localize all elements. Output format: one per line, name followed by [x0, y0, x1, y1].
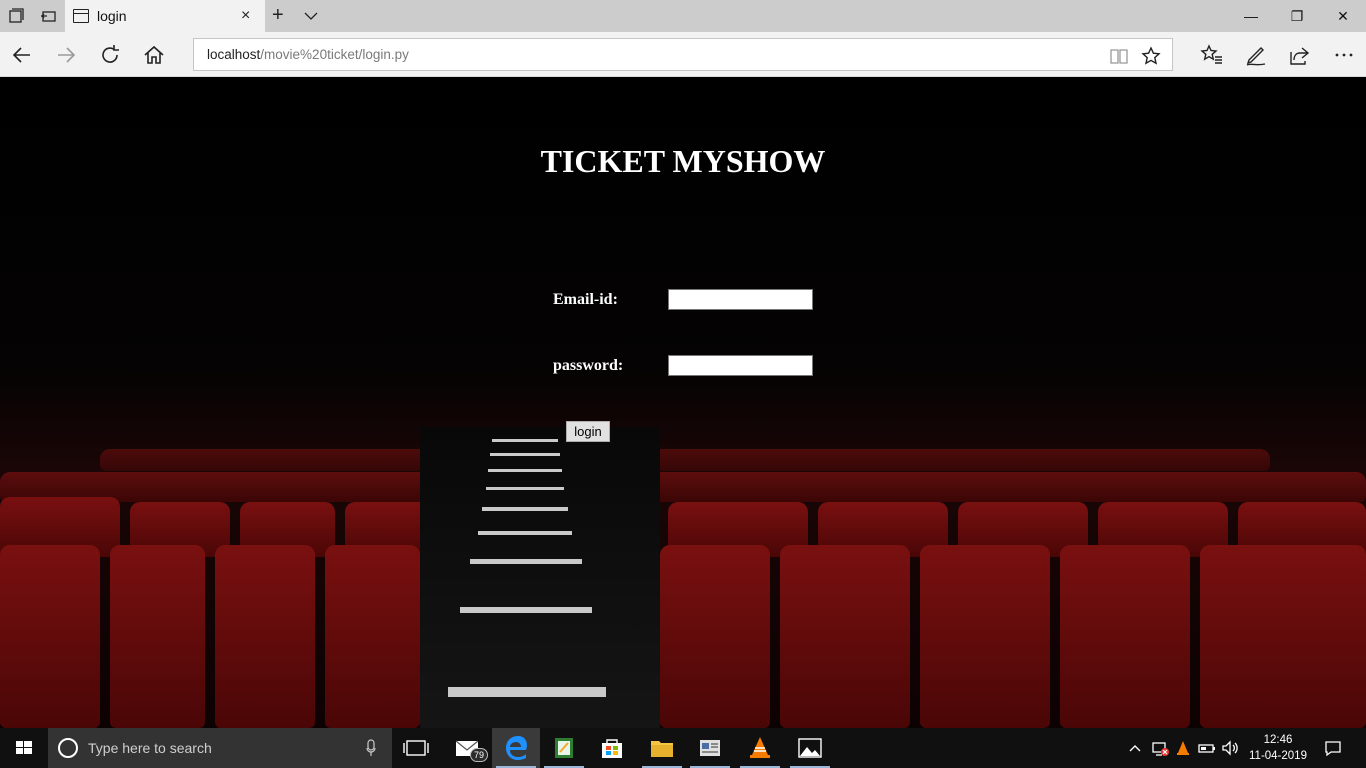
action-center-icon[interactable] [1323, 738, 1343, 758]
mail-app[interactable]: 79 [444, 728, 492, 768]
page-title: TICKET MYSHOW [540, 143, 826, 179]
restore-button[interactable]: ❐ [1287, 6, 1307, 26]
set-tabs-aside-icon[interactable] [8, 8, 24, 24]
favorites-hub-icon[interactable] [1200, 43, 1224, 67]
clock[interactable]: 12:46 11-04-2019 [1245, 732, 1311, 764]
address-bar[interactable]: localhost/movie%20ticket/login.py [193, 38, 1173, 71]
email-label: Email-id: [553, 291, 618, 308]
photos-icon [798, 738, 822, 758]
mail-icon [455, 740, 479, 756]
file-explorer-icon [651, 741, 673, 757]
file-explorer-app[interactable] [638, 728, 686, 768]
refresh-icon[interactable] [98, 43, 122, 67]
vlc-tray-icon[interactable] [1173, 738, 1193, 758]
close-window-button[interactable]: ✕ [1333, 6, 1353, 26]
task-view-icon[interactable] [392, 728, 440, 768]
taskbar: Type here to search 79 12:46 11-04-2019 [0, 728, 1366, 768]
taskbar-search[interactable]: Type here to search [48, 728, 392, 768]
login-button[interactable]: login [566, 421, 610, 442]
app-icon [555, 738, 573, 758]
address-url: localhost/movie%20ticket/login.py [207, 47, 409, 62]
password-field[interactable] [668, 355, 813, 376]
tab-preview-icon[interactable] [40, 8, 56, 24]
more-icon[interactable] [1332, 43, 1356, 67]
edge-app[interactable] [492, 728, 540, 768]
editor-app[interactable] [540, 728, 588, 768]
microphone-icon[interactable] [366, 739, 376, 757]
windows-start-icon[interactable] [0, 728, 48, 768]
tab-login[interactable]: login × [65, 0, 265, 32]
email-field[interactable] [668, 289, 813, 310]
clock-time: 12:46 [1263, 734, 1293, 746]
home-icon[interactable] [142, 43, 166, 67]
show-hidden-icons-chevron-icon[interactable] [1125, 738, 1145, 758]
favorite-star-icon[interactable] [1141, 46, 1161, 66]
web-note-icon[interactable] [1244, 43, 1268, 67]
tab-list-chevron-icon[interactable] [304, 9, 318, 23]
document-app[interactable] [686, 728, 734, 768]
forward-icon[interactable] [54, 43, 78, 67]
search-placeholder: Type here to search [88, 740, 212, 756]
password-label: password: [553, 357, 624, 374]
edge-icon [506, 736, 527, 760]
share-icon[interactable] [1288, 43, 1312, 67]
reading-view-icon[interactable] [1109, 46, 1129, 66]
network-disconnected-icon[interactable] [1150, 738, 1170, 758]
cortana-icon [58, 738, 78, 758]
photos-app[interactable] [786, 728, 834, 768]
battery-icon[interactable] [1197, 738, 1217, 758]
vlc-icon [750, 737, 770, 758]
new-tab-button[interactable]: + [272, 5, 284, 25]
store-icon[interactable] [588, 728, 636, 768]
clock-date: 11-04-2019 [1249, 750, 1307, 762]
browser-navbar: localhost/movie%20ticket/login.py [0, 32, 1366, 77]
tab-close-button[interactable]: × [241, 6, 250, 26]
aisle-stairs [420, 427, 660, 728]
volume-icon[interactable] [1220, 738, 1240, 758]
vlc-app[interactable] [736, 728, 784, 768]
browser-titlebar: login × + — ❐ ✕ [0, 0, 1366, 32]
page-icon [73, 9, 89, 23]
page-content: TICKET MYSHOW Email-id: password: login [0, 77, 1366, 728]
minimize-button[interactable]: — [1241, 6, 1261, 26]
mail-badge: 79 [470, 748, 488, 762]
back-icon[interactable] [10, 43, 34, 67]
tab-title: login [97, 8, 127, 24]
document-icon [700, 740, 720, 756]
